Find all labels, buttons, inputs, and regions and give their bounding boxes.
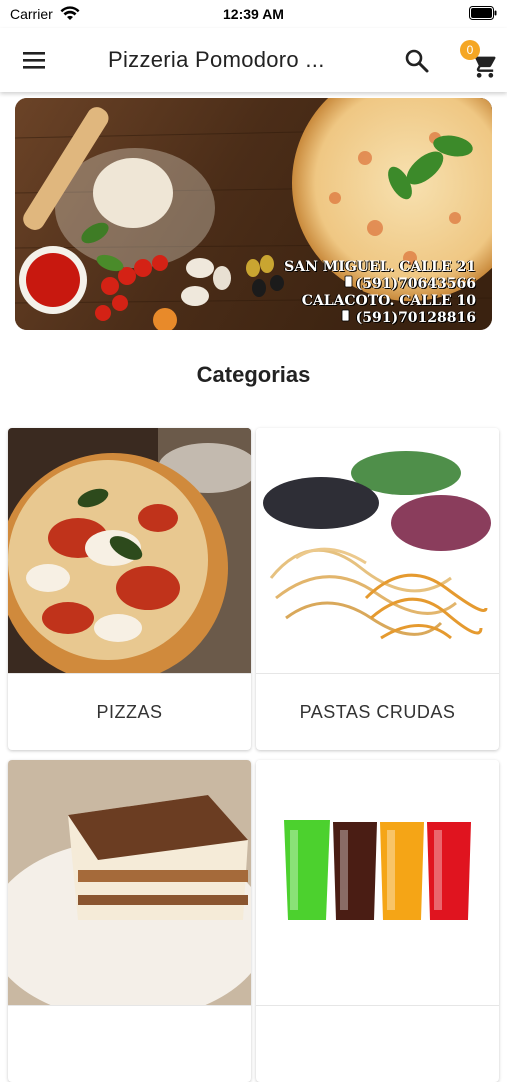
drinks-image xyxy=(256,760,499,1005)
app-title: Pizzeria Pomodoro ... xyxy=(108,47,325,72)
category-card-bebidas[interactable] xyxy=(256,760,499,1082)
search-icon[interactable] xyxy=(404,48,430,74)
category-label: PIZZAS xyxy=(8,673,251,750)
banner-address-1: SAN MIGUEL. CALLE 21 xyxy=(284,259,476,275)
category-card-pizzas[interactable]: PIZZAS xyxy=(8,428,251,750)
status-bar: Carrier 12:39 AM xyxy=(0,0,507,28)
category-label: PASTAS CRUDAS xyxy=(256,673,499,750)
category-label xyxy=(256,1005,499,1082)
menu-icon[interactable] xyxy=(22,48,48,72)
pasta-image xyxy=(256,428,499,673)
banner-phone-1: (591)70643566 xyxy=(355,276,476,292)
banner-phone-2: (591)70128816 xyxy=(355,310,476,326)
phone-icon xyxy=(344,275,353,288)
categories-title: Categorias xyxy=(196,362,311,387)
status-time: 12:39 AM xyxy=(223,6,284,22)
cart-count-badge: 0 xyxy=(460,40,480,60)
category-label xyxy=(8,1005,251,1082)
category-card-postres[interactable] xyxy=(8,760,251,1082)
battery-icon xyxy=(469,6,497,20)
banner-address-2: CALACOTO. CALLE 10 xyxy=(301,293,476,309)
dessert-image xyxy=(8,760,251,1005)
app-bar: Pizzeria Pomodoro ... 0 xyxy=(0,28,507,92)
phone-icon xyxy=(341,309,350,322)
promo-banner[interactable]: SAN MIGUEL. CALLE 21 (591)70643566 CALAC… xyxy=(15,98,492,330)
pizza-image xyxy=(8,428,251,673)
category-card-pastas-crudas[interactable]: PASTAS CRUDAS xyxy=(256,428,499,750)
